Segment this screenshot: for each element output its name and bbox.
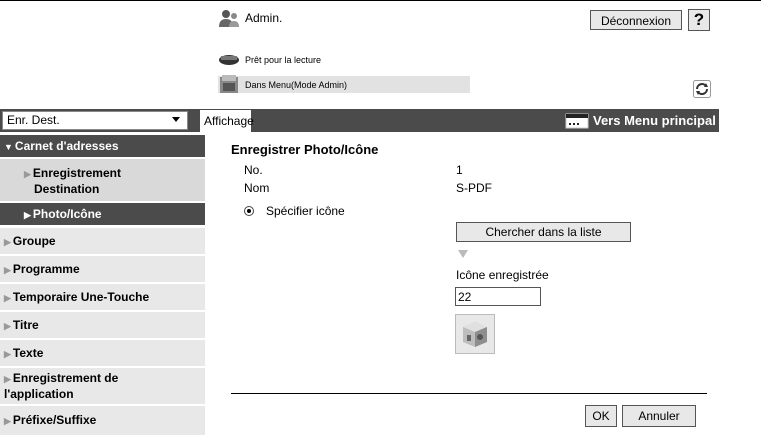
sidebar-item-label: ▶ Temporaire Une-Touche — [4, 290, 150, 304]
page-title: Enregistrer Photo/Icône — [231, 142, 379, 157]
radio-selected-dot — [247, 209, 251, 213]
logout-button[interactable]: Déconnexion — [590, 10, 682, 30]
sidebar-item-label: ▶ Préfixe/Suffixe — [4, 413, 97, 427]
main-menu-link[interactable]: Vers Menu principal — [593, 113, 716, 128]
admin-label: Admin. — [245, 11, 283, 25]
main-menu-icon[interactable] — [565, 113, 589, 129]
sidebar-item-label: ▶ Enregistrement Destination — [24, 166, 121, 196]
status-ready-text: Prêt pour la lecture — [245, 55, 322, 65]
ok-button[interactable]: OK — [585, 405, 617, 427]
number-value: 1 — [456, 163, 463, 177]
sidebar-item-label: ▶ Texte — [4, 346, 44, 360]
sidebar-item-label: ▶ Photo/Icône — [24, 207, 102, 221]
arrow-down-icon — [458, 250, 468, 258]
tab-affichage[interactable]: Affichage — [199, 109, 254, 132]
destination-select[interactable]: Enr. Dest. — [2, 111, 188, 130]
sidebar-item-label: ▶ Groupe — [4, 234, 56, 248]
cancel-button[interactable]: Annuler — [622, 405, 696, 427]
search-list-button[interactable]: Chercher dans la liste — [456, 222, 631, 242]
sidebar-item-label: ▶ Programme — [4, 262, 80, 276]
registered-icon-input[interactable] — [455, 287, 541, 306]
form-divider — [231, 393, 707, 394]
registered-icon-label: Icône enregistrée — [456, 268, 549, 282]
help-button[interactable]: ? — [688, 9, 710, 31]
printer-status-icon — [219, 55, 239, 65]
machine-status-icon — [220, 75, 238, 93]
name-label: Nom — [244, 181, 270, 195]
sidebar-section-label: ▼ Carnet d'adresses — [4, 139, 119, 153]
specify-icon-label: Spécifier icône — [266, 204, 345, 218]
icon-preview — [455, 314, 495, 354]
name-value: S-PDF — [456, 181, 492, 195]
number-label: No. — [244, 163, 263, 177]
sidebar-item-label: ▶ Enregistrement de l'application — [4, 371, 119, 401]
status-mode-text: Dans Menu(Mode Admin) — [245, 80, 348, 90]
sidebar-item-label: ▶ Titre — [4, 318, 39, 332]
chevron-down-icon[interactable] — [172, 117, 180, 122]
admin-user-icon — [219, 10, 239, 27]
refresh-icon[interactable] — [693, 80, 711, 98]
top-border — [0, 0, 761, 1]
box-icon — [463, 322, 487, 347]
